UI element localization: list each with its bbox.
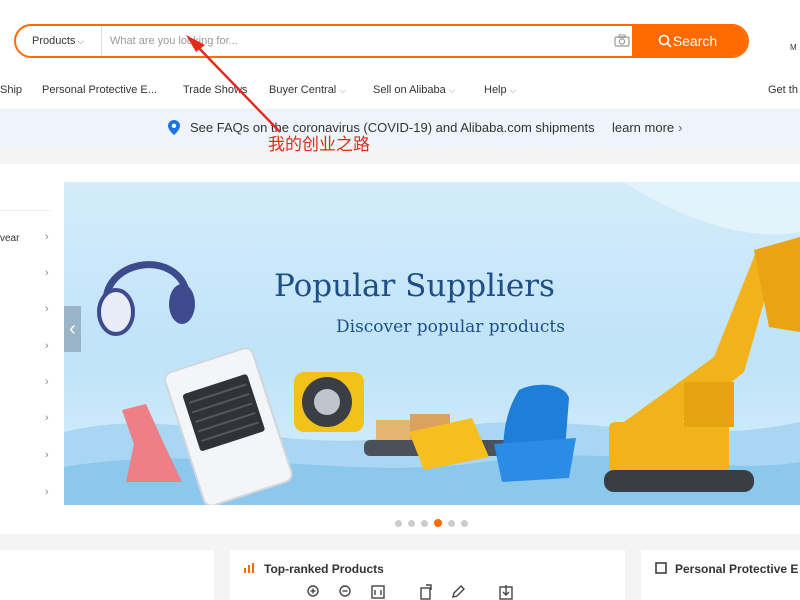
search-icon (658, 34, 672, 48)
category-list: vear › › › › › › › › (0, 164, 60, 534)
category-item[interactable]: › (0, 339, 56, 359)
chair-image (494, 384, 576, 482)
chevron-right-icon: › (45, 412, 49, 424)
search-input[interactable] (106, 26, 626, 56)
bottom-card-1[interactable] (0, 550, 214, 600)
banner-subtitle: Discover popular products (336, 317, 565, 337)
nav-item-get-the-app[interactable]: Get th (768, 84, 798, 96)
chevron-right-icon: › (45, 267, 49, 279)
category-item[interactable]: › (0, 448, 56, 468)
category-item[interactable]: › (0, 302, 56, 322)
rotate-icon[interactable] (418, 584, 434, 600)
notice-text[interactable]: See FAQs on the coronavirus (COVID-19) a… (190, 120, 595, 135)
location-pin-icon (168, 120, 180, 135)
carousel-dot[interactable] (408, 520, 415, 527)
top-nav: Ship Personal Protective E... Trade Show… (0, 72, 800, 110)
nav-item-ship[interactable]: Ship (0, 84, 22, 96)
category-item[interactable]: › (0, 485, 56, 505)
covid-notice-bar: See FAQs on the coronavirus (COVID-19) a… (0, 110, 800, 146)
carousel-dots (395, 514, 474, 527)
search-button[interactable]: Search (632, 26, 747, 56)
nav-label: Buyer Central (269, 84, 337, 96)
protective-icon (655, 562, 667, 574)
header-right-text[interactable]: M (790, 43, 797, 52)
banner-title: Popular Suppliers (274, 268, 555, 304)
ranking-icon (244, 563, 254, 573)
chevron-right-icon: › (678, 120, 683, 135)
nav-label: Help (484, 84, 507, 96)
chevron-right-icon: › (45, 340, 49, 352)
nav-item-personal-protective[interactable]: Personal Protective E... (42, 84, 157, 96)
nav-label: Personal Protective E... (42, 84, 157, 96)
download-icon[interactable] (498, 584, 514, 600)
carousel-dot[interactable] (448, 520, 455, 527)
chevron-right-icon: › (45, 231, 49, 243)
main-card: vear › › › › › › › › Popular Suppliers D… (0, 164, 800, 534)
chevron-right-icon: › (45, 376, 49, 388)
fit-page-icon[interactable] (370, 584, 386, 600)
nav-item-trade-shows[interactable]: Trade Shows (183, 84, 247, 96)
pen-icon[interactable] (450, 584, 466, 600)
carousel-dot[interactable] (421, 520, 428, 527)
wheel-image (294, 372, 364, 432)
nav-label: Get th (768, 84, 798, 96)
category-item[interactable]: vear › (0, 230, 56, 250)
category-label: Products (32, 35, 76, 47)
learn-more-link[interactable]: learn more › (612, 120, 682, 135)
header: Products⌵ Search M (0, 0, 800, 72)
nav-item-sell-on-alibaba[interactable]: Sell on Alibaba ⌵ (373, 84, 456, 96)
nav-item-buyer-central[interactable]: Buyer Central ⌵ (269, 84, 346, 96)
learn-more-label: learn more (612, 120, 675, 135)
nav-item-help[interactable]: Help ⌵ (484, 84, 516, 96)
carousel-dot[interactable] (461, 520, 468, 527)
category-item[interactable]: › (0, 411, 56, 431)
bottom-card-3[interactable]: Personal Protective E (641, 550, 800, 600)
search-button-label: Search (672, 33, 718, 49)
nav-label: Ship (0, 84, 23, 96)
chevron-right-icon: › (45, 449, 49, 461)
search-bar: Products⌵ Search (14, 24, 749, 58)
chevron-right-icon: › (45, 303, 49, 315)
hero-banner[interactable]: Popular Suppliers Discover popular produ… (64, 182, 800, 505)
category-divider (0, 210, 50, 211)
annotation-text: 我的创业之路 (268, 135, 370, 155)
category-dropdown[interactable]: Products ⌵ (16, 26, 102, 56)
zoom-in-icon[interactable] (306, 584, 322, 600)
banner-illustration (64, 182, 800, 505)
personal-protective-title: Personal Protective E (675, 562, 799, 576)
camera-icon[interactable] (614, 34, 630, 47)
nav-label: Sell on Alibaba (373, 84, 446, 96)
chevron-down-icon: ⌵ (509, 85, 517, 95)
chevron-down-icon: ⌵ (448, 85, 456, 95)
chevron-down-icon: ⌵ (77, 36, 85, 46)
category-item[interactable]: › (0, 375, 56, 395)
category-item[interactable]: › (0, 266, 56, 286)
carousel-dot[interactable] (395, 520, 402, 527)
zoom-out-icon[interactable] (338, 584, 354, 600)
chevron-down-icon: ⌵ (339, 85, 347, 95)
viewer-toolbar (296, 582, 526, 600)
banner-prev-arrow[interactable]: ‹ (64, 306, 81, 352)
headphones-image (97, 261, 195, 336)
chevron-right-icon: › (45, 486, 49, 498)
nav-label: Trade Shows (183, 84, 248, 96)
category-item-label: vear (0, 233, 20, 244)
chevron-left-icon: ‹ (69, 318, 76, 340)
top-ranked-title: Top-ranked Products (264, 562, 384, 576)
carousel-dot-active[interactable] (434, 519, 442, 527)
